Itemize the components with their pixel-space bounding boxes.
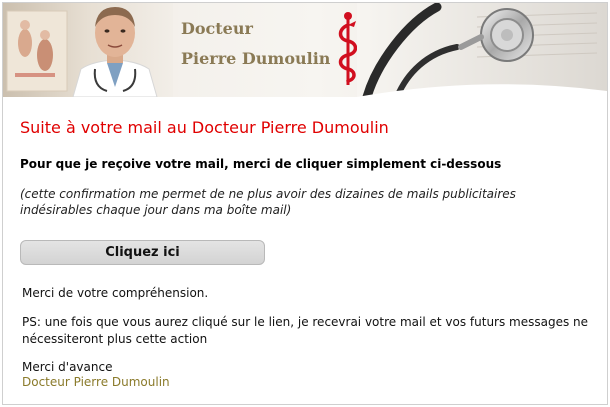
instruction-text: Pour que je reçoive votre mail, merci de… <box>20 157 502 171</box>
thanks-text: Merci de votre compréhension. <box>22 286 209 300</box>
email-card: Docteur Pierre Dumoulin Suite à votre ma… <box>2 2 608 405</box>
signature: Docteur Pierre Dumoulin <box>22 375 170 389</box>
headline: Suite à votre mail au Docteur Pierre Dum… <box>20 118 389 137</box>
banner-title-line2: Pierre Dumoulin <box>181 49 331 68</box>
banner-title-line1: Docteur <box>181 19 253 38</box>
doctor-portrait-photo <box>3 3 173 97</box>
advance-thanks-text: Merci d'avance <box>22 360 113 374</box>
header-banner: Docteur Pierre Dumoulin <box>3 3 607 97</box>
stethoscope-image <box>357 3 607 97</box>
confirmation-note: (cette confirmation me permet de ne plus… <box>20 187 516 217</box>
click-here-button[interactable]: Cliquez ici <box>20 240 265 265</box>
ps-text: PS: une fois que vous aurez cliqué sur l… <box>22 315 589 346</box>
